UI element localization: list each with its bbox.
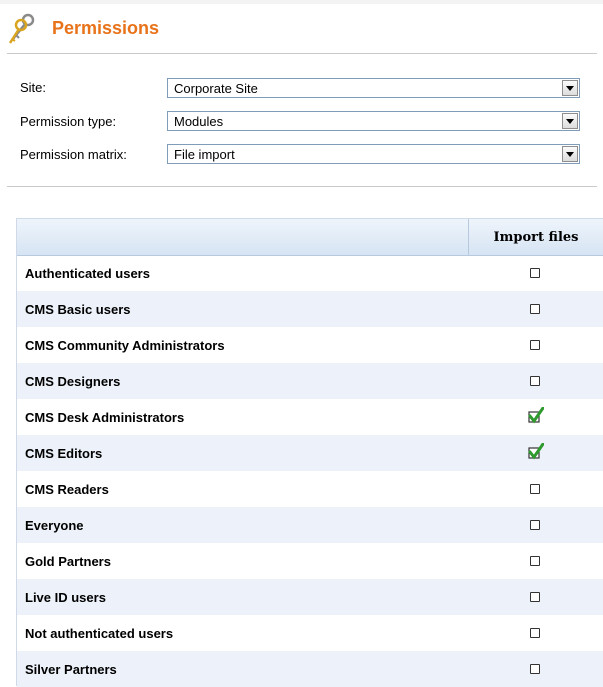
- header-divider: [7, 53, 597, 54]
- permission-type-select[interactable]: Modules: [167, 111, 580, 131]
- table-row: CMS Designers: [17, 363, 603, 399]
- unchecked-checkbox[interactable]: [530, 376, 540, 386]
- role-name: Gold Partners: [25, 554, 111, 569]
- site-label: Site:: [20, 80, 47, 95]
- table-row: Everyone: [17, 507, 603, 543]
- role-name: CMS Editors: [25, 446, 103, 461]
- table-row: Authenticated users: [17, 255, 603, 291]
- role-name: CMS Desk Administrators: [25, 410, 185, 425]
- role-name: Silver Partners: [25, 662, 117, 677]
- table-row: CMS Desk Administrators: [17, 399, 603, 435]
- unchecked-checkbox[interactable]: [530, 484, 540, 494]
- column-header-import-files[interactable]: Import files: [469, 230, 603, 245]
- unchecked-checkbox[interactable]: [530, 628, 540, 638]
- permission-type-label: Permission type:: [20, 114, 117, 129]
- checked-checkbox-icon[interactable]: [527, 407, 544, 424]
- keys-icon: [8, 13, 35, 44]
- filters-divider: [7, 186, 597, 187]
- permission-type-select-value: Modules: [174, 114, 224, 129]
- page-title: Permissions: [52, 18, 160, 38]
- permission-matrix-select[interactable]: File import: [167, 144, 580, 164]
- permission-matrix-label: Permission matrix:: [20, 147, 127, 162]
- unchecked-checkbox[interactable]: [530, 340, 540, 350]
- role-name: Live ID users: [25, 590, 106, 605]
- chevron-down-icon[interactable]: [562, 113, 578, 129]
- role-name: CMS Basic users: [25, 302, 131, 317]
- role-name: Authenticated users: [25, 266, 150, 281]
- role-name: CMS Readers: [25, 482, 109, 497]
- table-row: Live ID users: [17, 579, 603, 615]
- header-top-strip: [0, 0, 603, 4]
- unchecked-checkbox[interactable]: [530, 520, 540, 530]
- permission-matrix-select-value: File import: [174, 147, 235, 162]
- role-name: CMS Designers: [25, 374, 121, 389]
- checked-checkbox-icon[interactable]: [527, 443, 544, 460]
- table-row: CMS Editors: [17, 435, 603, 471]
- unchecked-checkbox[interactable]: [530, 268, 540, 278]
- table-row: Not authenticated users: [17, 615, 603, 651]
- table-row: CMS Community Administrators: [17, 327, 603, 363]
- chevron-down-icon[interactable]: [562, 80, 578, 96]
- role-name: Everyone: [25, 518, 84, 533]
- unchecked-checkbox[interactable]: [530, 592, 540, 602]
- page-header: Permissions: [0, 0, 603, 52]
- chevron-down-icon[interactable]: [562, 146, 578, 162]
- site-select-value: Corporate Site: [174, 81, 258, 96]
- unchecked-checkbox[interactable]: [530, 664, 540, 674]
- role-name: CMS Community Administrators: [25, 338, 225, 353]
- role-name: Not authenticated users: [25, 626, 174, 641]
- table-row: CMS Readers: [17, 471, 603, 507]
- permission-grid: Import files Authenticated users CMS Basi…: [16, 218, 603, 687]
- site-select[interactable]: Corporate Site: [167, 78, 580, 98]
- table-row: Silver Partners: [17, 651, 603, 687]
- table-row: CMS Basic users: [17, 291, 603, 327]
- table-row: Gold Partners: [17, 543, 603, 579]
- unchecked-checkbox[interactable]: [530, 556, 540, 566]
- unchecked-checkbox[interactable]: [530, 304, 540, 314]
- grid-header: Import files: [17, 219, 603, 256]
